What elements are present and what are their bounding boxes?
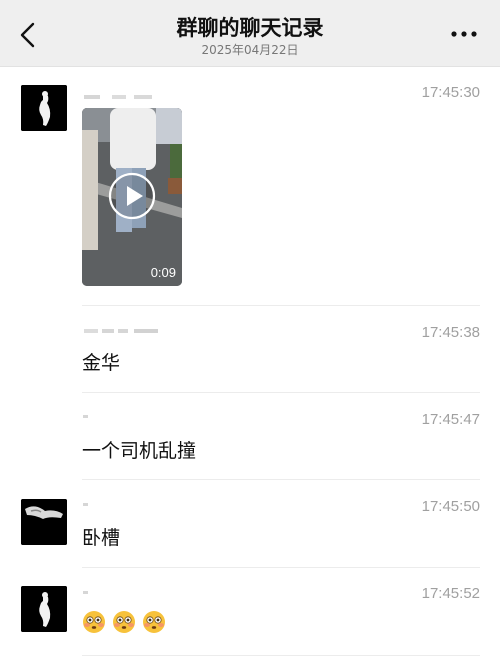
avatar-image (21, 586, 67, 632)
flushed-face-icon (113, 611, 136, 633)
page-title: 群聊的聊天记录 (176, 16, 324, 40)
message-text: 卧槽 (82, 527, 121, 549)
blurred-sender-name (84, 329, 158, 333)
sender-name (82, 92, 156, 106)
message-timestamp: 17:45:50 (421, 498, 480, 515)
avatar[interactable] (21, 499, 67, 545)
message-divider (82, 567, 480, 568)
more-options-button[interactable] (448, 24, 480, 44)
message-divider (82, 392, 480, 393)
chat-record-header: 群聊的聊天记录 2025年04月22日 (0, 0, 500, 67)
sender-name (82, 326, 162, 340)
message-timestamp: 17:45:52 (421, 585, 480, 602)
flushed-face-icon (83, 611, 105, 633)
avatar[interactable] (21, 586, 67, 632)
message-text: 金华 (82, 352, 121, 374)
emoji-message (82, 610, 167, 636)
message-divider (82, 305, 480, 306)
message-timestamp: 17:45:30 (421, 84, 480, 101)
blurred-sender-name (84, 95, 152, 99)
record-date: 2025年04月22日 (201, 43, 299, 57)
play-icon (108, 172, 156, 220)
more-dots-icon (451, 31, 477, 37)
sender-name (82, 500, 92, 514)
sender-name (82, 412, 92, 426)
avatar-image (21, 85, 67, 131)
avatar-image (21, 499, 67, 545)
message-divider (82, 479, 480, 480)
video-thumbnail[interactable]: 0:09 (82, 108, 182, 286)
message-timestamp: 17:45:38 (421, 324, 480, 341)
blurred-sender-name (83, 503, 88, 506)
video-duration: 0:09 (150, 265, 176, 280)
flushed-face-icon (143, 611, 166, 633)
avatar[interactable] (21, 85, 67, 131)
blurred-sender-name (83, 591, 88, 594)
message-timestamp: 17:45:47 (421, 411, 480, 428)
message-divider (82, 655, 480, 656)
blurred-sender-name (83, 415, 88, 418)
message-text: 一个司机乱撞 (82, 440, 197, 462)
sender-name (82, 588, 92, 602)
